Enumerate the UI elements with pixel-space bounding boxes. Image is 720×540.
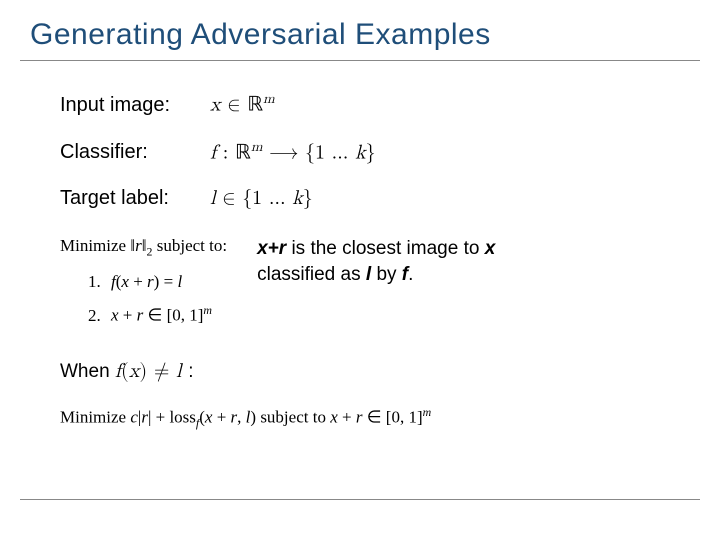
row-input: Input image: x ∈ ℝm: [60, 91, 670, 117]
target-label: Target label:: [60, 187, 210, 210]
explanation-text: x+r is the closest image to x classified…: [257, 236, 557, 287]
title-bar: Generating Adversarial Examples: [20, 0, 700, 61]
optimization-block: Minimize ‖r‖2 subject to: 1. f(x + r) = …: [60, 232, 670, 328]
final-optimization: Minimize c|r| + lossf(x + r, l) subject …: [60, 405, 670, 431]
constraint-1: 1. f(x + r) = l: [60, 268, 227, 295]
constraint-2: 2. x + r ∈ [0, 1]m: [60, 301, 227, 329]
classifier-math: f : ℝm ⟶ {1 … k}: [210, 139, 376, 165]
minimize-line: Minimize ‖r‖2 subject to:: [60, 232, 227, 261]
bottom-rule: [20, 499, 700, 500]
row-classifier: Classifier: f : ℝm ⟶ {1 … k}: [60, 139, 670, 165]
classifier-label: Classifier:: [60, 141, 210, 164]
when-label: When: [60, 361, 115, 382]
optimization-left: Minimize ‖r‖2 subject to: 1. f(x + r) = …: [60, 232, 227, 328]
explain-x: x: [485, 238, 496, 259]
when-math: f(x) ≠ l: [115, 361, 188, 381]
slide-body: Input image: x ∈ ℝm Classifier: f : ℝm ⟶…: [0, 61, 720, 431]
slide: Generating Adversarial Examples Input im…: [0, 0, 720, 540]
row-target: Target label: l ∈ {1 … k}: [60, 186, 670, 210]
slide-title: Generating Adversarial Examples: [30, 18, 700, 52]
input-math: x ∈ ℝm: [210, 91, 275, 117]
when-row: When f(x) ≠ l :: [60, 359, 670, 383]
explain-xr: x+r: [257, 238, 286, 259]
target-math: l ∈ {1 … k}: [210, 186, 313, 210]
input-label: Input image:: [60, 94, 210, 117]
